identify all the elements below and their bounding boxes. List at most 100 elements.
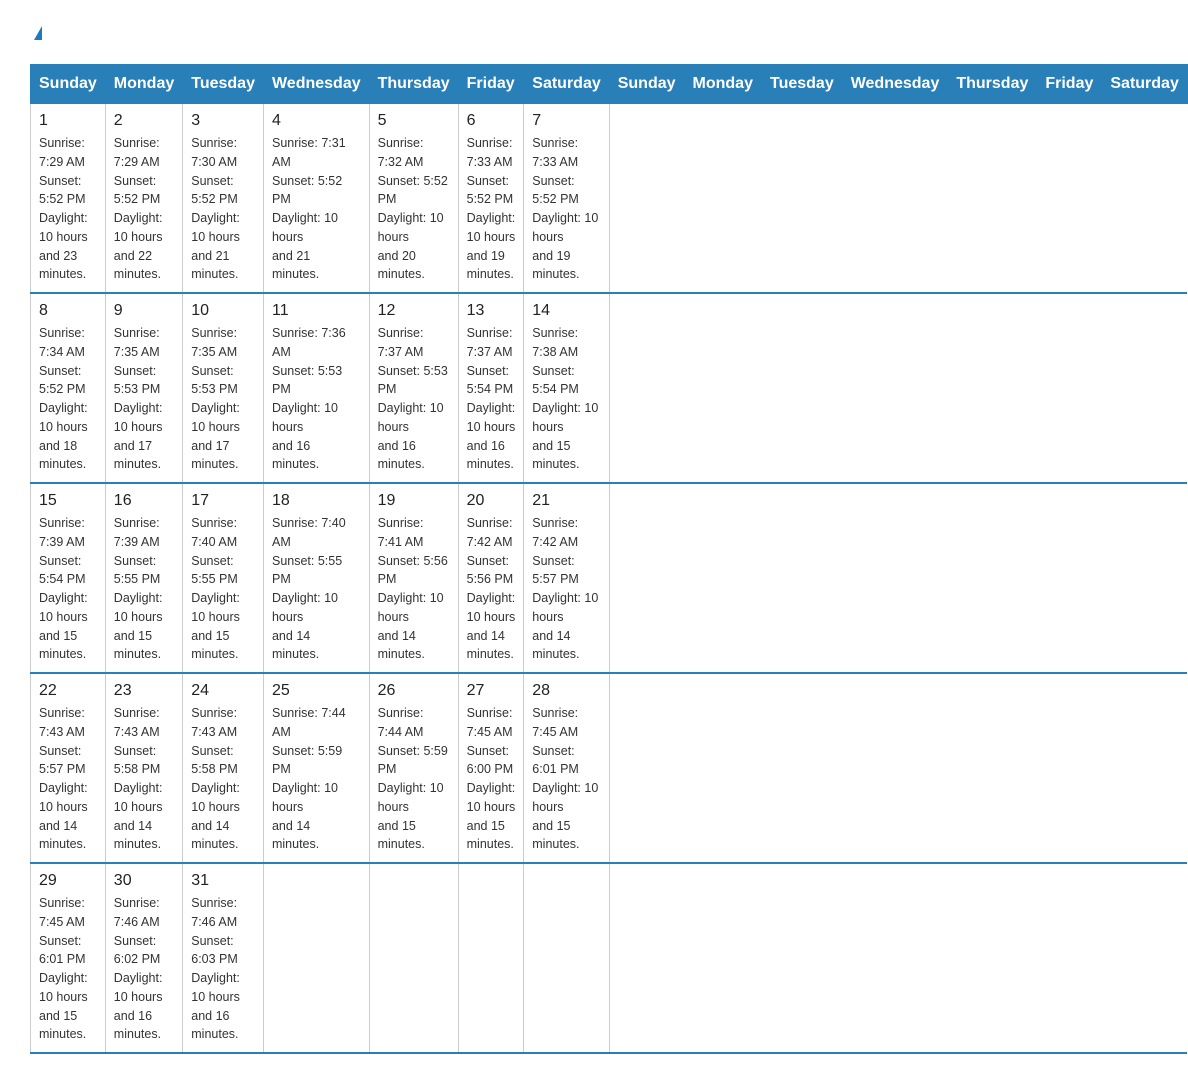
- header-friday: Friday: [1037, 65, 1102, 104]
- day-info: Sunrise: 7:43 AMSunset: 5:58 PMDaylight:…: [114, 704, 174, 854]
- calendar-day-cell: 5Sunrise: 7:32 AMSunset: 5:52 PMDaylight…: [369, 104, 458, 294]
- day-number: 31: [191, 872, 255, 890]
- calendar-day-cell: 18 Sunrise: 7:40 AMSunset: 5:55 PMDayligh…: [263, 483, 369, 673]
- calendar-day-cell: 31 Sunrise: 7:46 AMSunset: 6:03 PMDayligh…: [183, 863, 264, 1053]
- calendar-week-row: 22Sunrise: 7:43 AMSunset: 5:57 PMDayligh…: [31, 673, 1188, 863]
- day-info: Sunrise: 7:42 AMSunset: 5:56 PMDaylight:…: [467, 514, 516, 664]
- day-number: 12: [378, 302, 450, 320]
- header-monday: Monday: [105, 65, 182, 104]
- calendar-day-cell: 28 Sunrise: 7:45 AMSunset: 6:01 PMDayligh…: [524, 673, 609, 863]
- header-thursday: Thursday: [369, 65, 458, 104]
- day-number: 7: [532, 112, 600, 130]
- day-number: 20: [467, 492, 516, 510]
- day-number: 11: [272, 302, 361, 320]
- calendar-empty-cell: [524, 863, 609, 1053]
- day-info: Sunrise: 7:46 AMSunset: 6:03 PMDaylight:…: [191, 894, 255, 1044]
- day-number: 13: [467, 302, 516, 320]
- header-saturday: Saturday: [524, 65, 609, 104]
- header-monday: Monday: [684, 65, 761, 104]
- header-friday: Friday: [458, 65, 524, 104]
- day-number: 18: [272, 492, 361, 510]
- calendar-day-cell: 16 Sunrise: 7:39 AMSunset: 5:55 PMDayligh…: [105, 483, 182, 673]
- day-number: 14: [532, 302, 600, 320]
- day-number: 2: [114, 112, 174, 130]
- calendar-week-row: 15Sunrise: 7:39 AMSunset: 5:54 PMDayligh…: [31, 483, 1188, 673]
- header-wednesday: Wednesday: [263, 65, 369, 104]
- header-sunday: Sunday: [31, 65, 106, 104]
- calendar-day-cell: 2Sunrise: 7:29 AMSunset: 5:52 PMDaylight…: [105, 104, 182, 294]
- calendar-week-row: 8Sunrise: 7:34 AMSunset: 5:52 PMDaylight…: [31, 293, 1188, 483]
- page-header: [30, 20, 1158, 44]
- day-info: Sunrise: 7:39 AMSunset: 5:54 PMDaylight:…: [39, 514, 97, 664]
- calendar-day-cell: 12Sunrise: 7:37 AMSunset: 5:53 PMDayligh…: [369, 293, 458, 483]
- day-number: 21: [532, 492, 600, 510]
- day-number: 24: [191, 682, 255, 700]
- day-info: Sunrise: 7:40 AMSunset: 5:55 PMDaylight:…: [191, 514, 255, 664]
- header-saturday: Saturday: [1102, 65, 1187, 104]
- day-info: Sunrise: 7:33 AMSunset: 5:52 PMDaylight:…: [532, 134, 600, 284]
- day-number: 26: [378, 682, 450, 700]
- day-info: Sunrise: 7:44 AMSunset: 5:59 PMDaylight:…: [272, 704, 361, 854]
- calendar-day-cell: 27 Sunrise: 7:45 AMSunset: 6:00 PMDayligh…: [458, 673, 524, 863]
- day-number: 23: [114, 682, 174, 700]
- header-tuesday: Tuesday: [761, 65, 842, 104]
- calendar-day-cell: 22Sunrise: 7:43 AMSunset: 5:57 PMDayligh…: [31, 673, 106, 863]
- day-info: Sunrise: 7:35 AMSunset: 5:53 PMDaylight:…: [114, 324, 174, 474]
- day-number: 6: [467, 112, 516, 130]
- calendar-day-cell: 4 Sunrise: 7:31 AMSunset: 5:52 PMDaylight…: [263, 104, 369, 294]
- calendar-day-cell: 21 Sunrise: 7:42 AMSunset: 5:57 PMDayligh…: [524, 483, 609, 673]
- calendar-day-cell: 13Sunrise: 7:37 AMSunset: 5:54 PMDayligh…: [458, 293, 524, 483]
- calendar-day-cell: 19Sunrise: 7:41 AMSunset: 5:56 PMDayligh…: [369, 483, 458, 673]
- day-number: 16: [114, 492, 174, 510]
- day-info: Sunrise: 7:44 AMSunset: 5:59 PMDaylight:…: [378, 704, 450, 854]
- day-number: 9: [114, 302, 174, 320]
- day-info: Sunrise: 7:33 AMSunset: 5:52 PMDaylight:…: [467, 134, 516, 284]
- day-info: Sunrise: 7:29 AMSunset: 5:52 PMDaylight:…: [39, 134, 97, 284]
- calendar-week-row: 29Sunrise: 7:45 AMSunset: 6:01 PMDayligh…: [31, 863, 1188, 1053]
- day-number: 17: [191, 492, 255, 510]
- calendar-day-cell: 23 Sunrise: 7:43 AMSunset: 5:58 PMDayligh…: [105, 673, 182, 863]
- calendar-day-cell: 11 Sunrise: 7:36 AMSunset: 5:53 PMDayligh…: [263, 293, 369, 483]
- day-number: 25: [272, 682, 361, 700]
- day-info: Sunrise: 7:43 AMSunset: 5:58 PMDaylight:…: [191, 704, 255, 854]
- calendar-day-cell: 6 Sunrise: 7:33 AMSunset: 5:52 PMDaylight…: [458, 104, 524, 294]
- calendar-day-cell: 29Sunrise: 7:45 AMSunset: 6:01 PMDayligh…: [31, 863, 106, 1053]
- day-number: 1: [39, 112, 97, 130]
- header-sunday: Sunday: [609, 65, 684, 104]
- calendar-day-cell: 9 Sunrise: 7:35 AMSunset: 5:53 PMDaylight…: [105, 293, 182, 483]
- calendar-day-cell: 24 Sunrise: 7:43 AMSunset: 5:58 PMDayligh…: [183, 673, 264, 863]
- calendar-day-cell: 15Sunrise: 7:39 AMSunset: 5:54 PMDayligh…: [31, 483, 106, 673]
- calendar-day-cell: 10 Sunrise: 7:35 AMSunset: 5:53 PMDayligh…: [183, 293, 264, 483]
- day-info: Sunrise: 7:45 AMSunset: 6:00 PMDaylight:…: [467, 704, 516, 854]
- day-info: Sunrise: 7:40 AMSunset: 5:55 PMDaylight:…: [272, 514, 361, 664]
- calendar-day-cell: 14 Sunrise: 7:38 AMSunset: 5:54 PMDayligh…: [524, 293, 609, 483]
- day-number: 22: [39, 682, 97, 700]
- day-info: Sunrise: 7:31 AMSunset: 5:52 PMDaylight:…: [272, 134, 361, 284]
- header-wednesday: Wednesday: [842, 65, 948, 104]
- day-info: Sunrise: 7:35 AMSunset: 5:53 PMDaylight:…: [191, 324, 255, 474]
- day-number: 19: [378, 492, 450, 510]
- logo: [30, 20, 42, 44]
- calendar-day-cell: 7 Sunrise: 7:33 AMSunset: 5:52 PMDaylight…: [524, 104, 609, 294]
- calendar-day-cell: 8Sunrise: 7:34 AMSunset: 5:52 PMDaylight…: [31, 293, 106, 483]
- calendar-week-row: 1 Sunrise: 7:29 AMSunset: 5:52 PMDaylight…: [31, 104, 1188, 294]
- day-info: Sunrise: 7:42 AMSunset: 5:57 PMDaylight:…: [532, 514, 600, 664]
- day-info: Sunrise: 7:34 AMSunset: 5:52 PMDaylight:…: [39, 324, 97, 474]
- day-info: Sunrise: 7:45 AMSunset: 6:01 PMDaylight:…: [532, 704, 600, 854]
- day-info: Sunrise: 7:45 AMSunset: 6:01 PMDaylight:…: [39, 894, 97, 1044]
- calendar-empty-cell: [263, 863, 369, 1053]
- day-info: Sunrise: 7:39 AMSunset: 5:55 PMDaylight:…: [114, 514, 174, 664]
- day-number: 27: [467, 682, 516, 700]
- day-number: 28: [532, 682, 600, 700]
- calendar-header-row: SundayMondayTuesdayWednesdayThursdayFrid…: [31, 65, 1188, 104]
- calendar-empty-cell: [369, 863, 458, 1053]
- day-info: Sunrise: 7:36 AMSunset: 5:53 PMDaylight:…: [272, 324, 361, 474]
- calendar-day-cell: 3Sunrise: 7:30 AMSunset: 5:52 PMDaylight…: [183, 104, 264, 294]
- header-thursday: Thursday: [948, 65, 1037, 104]
- day-number: 4: [272, 112, 361, 130]
- day-number: 3: [191, 112, 255, 130]
- day-info: Sunrise: 7:38 AMSunset: 5:54 PMDaylight:…: [532, 324, 600, 474]
- day-number: 10: [191, 302, 255, 320]
- calendar-empty-cell: [458, 863, 524, 1053]
- calendar-table: SundayMondayTuesdayWednesdayThursdayFrid…: [30, 64, 1188, 1054]
